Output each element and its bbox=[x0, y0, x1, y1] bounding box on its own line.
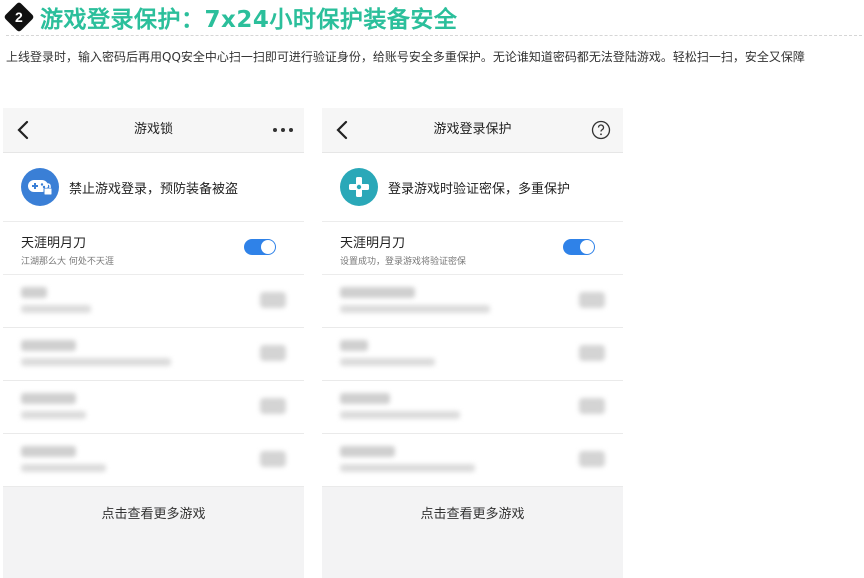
nav-bar: 游戏登录保护 bbox=[322, 108, 623, 153]
feature-banner: 登录游戏时验证密保，多重保护 bbox=[322, 153, 623, 222]
list-item bbox=[322, 434, 623, 487]
more-games-link[interactable]: 点击查看更多游戏 bbox=[322, 487, 623, 543]
toggle-knob bbox=[580, 240, 594, 254]
dashed-divider bbox=[6, 35, 862, 36]
number-badge-text: 2 bbox=[15, 8, 23, 25]
list-item bbox=[3, 328, 304, 381]
gamepad-lock-icon bbox=[21, 168, 59, 206]
list-item bbox=[322, 328, 623, 381]
game-row-main: 天涯明月刀 江湖那么大 何处不天涯 bbox=[3, 222, 304, 275]
more-icon[interactable] bbox=[272, 127, 294, 133]
dpad-icon bbox=[340, 168, 378, 206]
nav-title: 游戏登录保护 bbox=[433, 122, 512, 137]
game-subtitle: 设置成功，登录游戏将验证密保 bbox=[340, 257, 467, 267]
game-name: 天涯明月刀 bbox=[21, 236, 87, 251]
list-item bbox=[3, 275, 304, 328]
feature-banner: 禁止游戏登录，预防装备被盗 bbox=[3, 153, 304, 222]
login-protection-toggle[interactable] bbox=[563, 239, 595, 255]
phone-screenshot-login-protection: 游戏登录保护 登录游戏时验证密保，多重保护 天涯明月刀 设置成功，登录游戏将验证… bbox=[322, 108, 623, 578]
banner-text: 禁止游戏登录，预防装备被盗 bbox=[69, 181, 239, 197]
list-item bbox=[3, 381, 304, 434]
number-badge: 2 bbox=[3, 1, 35, 33]
more-games-link[interactable]: 点击查看更多游戏 bbox=[3, 487, 304, 543]
section-title: 游戏登录保护：7x24小时保护装备安全 bbox=[40, 7, 458, 33]
nav-title: 游戏锁 bbox=[133, 122, 173, 137]
game-subtitle: 江湖那么大 何处不天涯 bbox=[21, 257, 114, 267]
list-item bbox=[3, 434, 304, 487]
game-row-main: 天涯明月刀 设置成功，登录游戏将验证密保 bbox=[322, 222, 623, 275]
banner-text: 登录游戏时验证密保，多重保护 bbox=[388, 181, 571, 197]
section-heading: 2 游戏登录保护：7x24小时保护装备安全 bbox=[3, 1, 458, 33]
game-lock-toggle[interactable] bbox=[244, 239, 276, 255]
nav-bar: 游戏锁 bbox=[3, 108, 304, 153]
toggle-knob bbox=[261, 240, 275, 254]
game-name: 天涯明月刀 bbox=[340, 236, 406, 251]
phone-screenshot-game-lock: 游戏锁 禁止游戏登录，预防装备被盗 天涯明月刀 江湖那么大 何处不天涯 点击查看… bbox=[3, 108, 304, 578]
list-item bbox=[322, 381, 623, 434]
intro-paragraph: 上线登录时，输入密码后再用QQ安全中心扫一扫即可进行验证身份，给账号安全多重保护… bbox=[6, 50, 805, 64]
help-icon[interactable] bbox=[591, 120, 611, 140]
list-item bbox=[322, 275, 623, 328]
